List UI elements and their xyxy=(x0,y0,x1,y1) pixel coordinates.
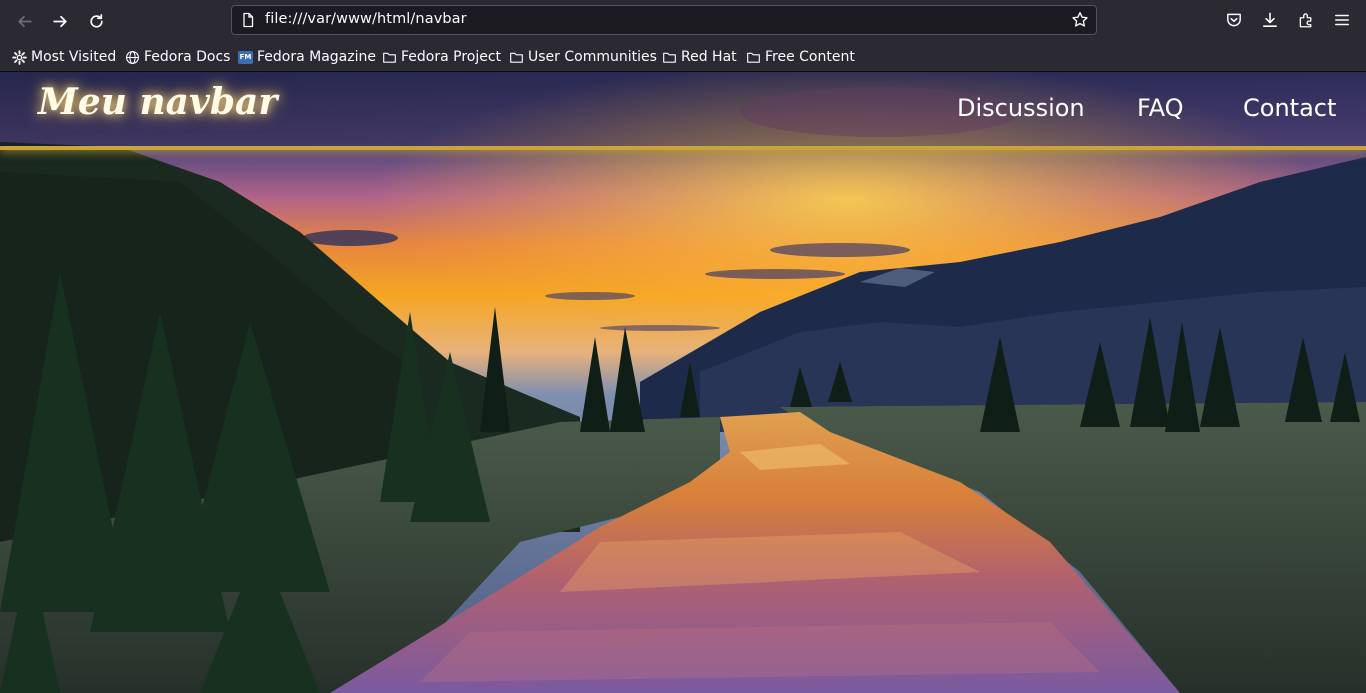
extensions-icon[interactable] xyxy=(1297,11,1315,29)
back-button[interactable] xyxy=(10,7,38,35)
nav-link-contact[interactable]: Contact xyxy=(1243,94,1336,122)
bookmark-label: Red Hat xyxy=(681,49,737,65)
bookmark-label: Most Visited xyxy=(31,49,117,65)
gear-icon xyxy=(12,49,27,65)
page-viewport: Meu navbar Discussion FAQ Contact xyxy=(0,72,1366,693)
bookmark-label: User Communities xyxy=(528,49,657,65)
pocket-icon[interactable] xyxy=(1225,11,1243,29)
bookmark-label: Fedora Project xyxy=(401,49,502,65)
reload-icon xyxy=(89,13,103,28)
folder-icon xyxy=(663,52,676,63)
navbar-brand[interactable]: Meu navbar xyxy=(38,81,277,123)
bookmark-red-hat[interactable]: Red Hat xyxy=(662,47,737,67)
nav-link-faq[interactable]: FAQ xyxy=(1137,94,1184,122)
folder-icon xyxy=(510,52,523,63)
address-bar[interactable]: file:///var/www/html/navbar xyxy=(231,5,1097,35)
browser-toolbar: file:///var/www/html/navbar xyxy=(0,0,1366,42)
star-icon[interactable] xyxy=(1071,11,1089,29)
reload-button[interactable] xyxy=(82,7,110,35)
download-icon[interactable] xyxy=(1261,11,1279,29)
bookmark-label: Fedora Magazine xyxy=(257,49,376,65)
sunset-river-background xyxy=(0,72,1366,693)
nav-link-discussion[interactable]: Discussion xyxy=(957,94,1085,122)
folder-icon xyxy=(747,52,760,63)
menu-icon[interactable] xyxy=(1333,11,1351,29)
bookmark-label: Fedora Docs xyxy=(144,49,231,65)
url-text[interactable]: file:///var/www/html/navbar xyxy=(265,11,467,27)
bookmark-most-visited[interactable]: Most Visited xyxy=(12,47,116,67)
fedora-magazine-icon: FM xyxy=(238,50,253,64)
forward-button[interactable] xyxy=(46,7,74,35)
bookmarks-toolbar: Most Visited Fedora Docs FM Fedora Magaz… xyxy=(0,42,1366,72)
page-icon xyxy=(243,12,254,28)
bookmark-label: Free Content xyxy=(765,49,855,65)
bookmark-user-communities[interactable]: User Communities xyxy=(509,47,657,67)
arrow-right-icon xyxy=(52,15,67,27)
bookmark-fedora-docs[interactable]: Fedora Docs xyxy=(125,47,230,67)
folder-icon xyxy=(383,52,396,63)
globe-icon xyxy=(126,50,139,64)
navbar: Meu navbar Discussion FAQ Contact xyxy=(0,72,1366,150)
bookmark-fedora-project[interactable]: Fedora Project xyxy=(382,47,501,67)
bookmark-fedora-magazine[interactable]: FM Fedora Magazine xyxy=(238,47,376,67)
arrow-left-icon xyxy=(17,15,32,27)
bookmark-free-content[interactable]: Free Content xyxy=(746,47,855,67)
